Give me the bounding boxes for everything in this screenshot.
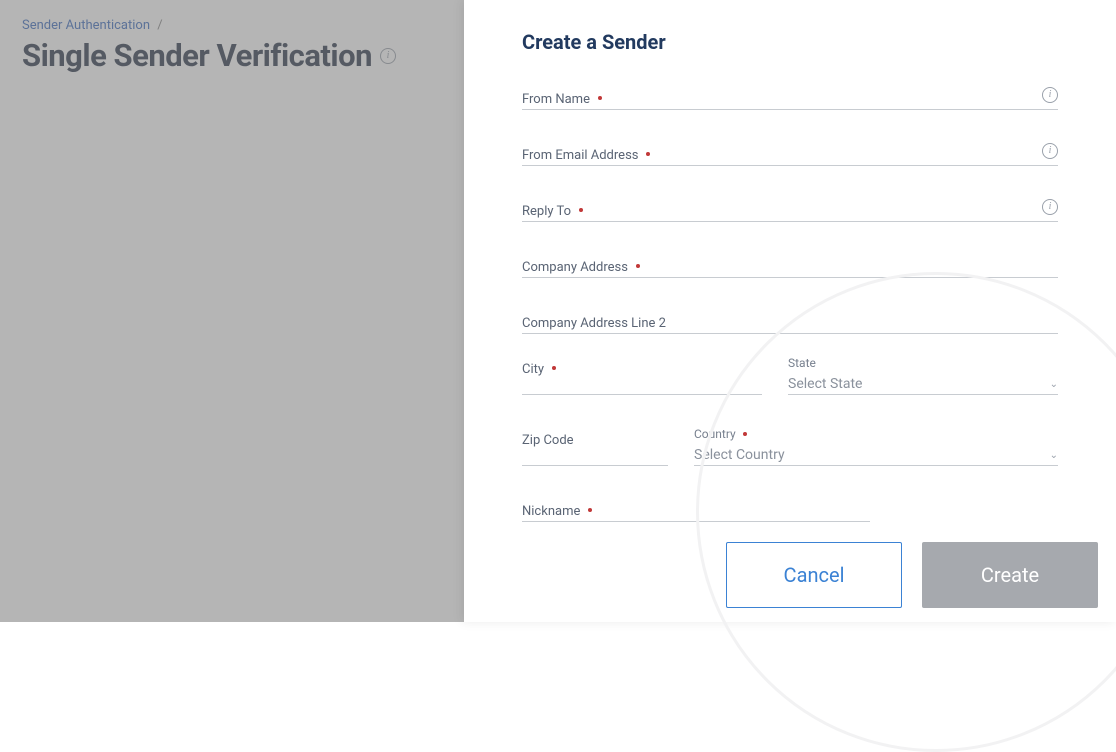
from-email-field[interactable]: From Email Address i <box>522 144 1058 166</box>
required-indicator <box>588 508 592 512</box>
panel-title: Create a Sender <box>522 30 1058 54</box>
city-label: City <box>522 362 544 377</box>
company-address-field[interactable]: Company Address <box>522 256 1058 278</box>
required-indicator <box>646 152 650 156</box>
nickname-field[interactable]: Nickname <box>522 500 870 522</box>
chevron-down-icon: ⌄ <box>1050 379 1058 390</box>
create-sender-panel: Create a Sender From Name i From Email A… <box>464 0 1116 622</box>
info-icon[interactable]: i <box>1042 87 1058 103</box>
company-address-label: Company Address <box>522 260 628 275</box>
company-address2-label: Company Address Line 2 <box>522 316 666 331</box>
chevron-down-icon: ⌄ <box>1050 450 1058 461</box>
state-select[interactable]: State Select State ⌄ <box>788 358 1058 395</box>
info-icon[interactable]: i <box>1042 199 1058 215</box>
country-placeholder: Select Country <box>694 447 785 463</box>
state-placeholder: Select State <box>788 376 862 392</box>
required-indicator <box>552 366 556 370</box>
reply-to-field[interactable]: Reply To i <box>522 200 1058 222</box>
zip-field[interactable]: Zip Code <box>522 429 668 466</box>
info-icon[interactable]: i <box>1042 143 1058 159</box>
country-select[interactable]: Country Select Country ⌄ <box>694 429 1058 466</box>
nickname-label: Nickname <box>522 504 580 519</box>
button-row: Cancel Create <box>726 542 1098 608</box>
from-name-field[interactable]: From Name i <box>522 88 1058 110</box>
reply-to-label: Reply To <box>522 204 571 219</box>
from-email-label: From Email Address <box>522 148 639 163</box>
from-name-label: From Name <box>522 92 590 107</box>
zip-label: Zip Code <box>522 433 574 448</box>
required-indicator <box>579 208 583 212</box>
city-field[interactable]: City <box>522 358 762 395</box>
required-indicator <box>636 264 640 268</box>
required-indicator <box>598 96 602 100</box>
required-indicator <box>743 432 747 436</box>
country-label: Country <box>694 427 736 441</box>
cancel-button[interactable]: Cancel <box>726 542 902 608</box>
state-label: State <box>788 356 816 370</box>
company-address2-field[interactable]: Company Address Line 2 <box>522 312 1058 334</box>
create-button[interactable]: Create <box>922 542 1098 608</box>
